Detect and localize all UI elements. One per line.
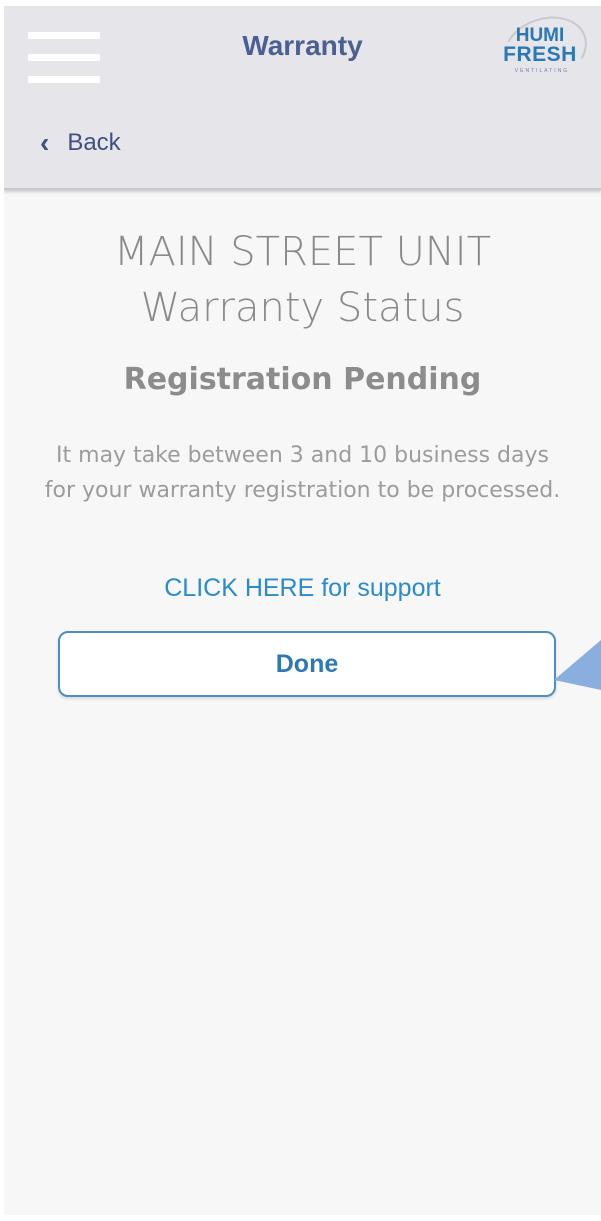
warranty-status-heading: Warranty Status bbox=[140, 285, 465, 331]
menu-bar-icon bbox=[28, 76, 100, 83]
logo-line-3: VENTILATING bbox=[514, 68, 570, 74]
done-button[interactable]: Done bbox=[58, 631, 556, 697]
app-header: Warranty HUMI FRESH VENTILATING ‹ Back bbox=[4, 6, 601, 190]
unit-name: MAIN STREET UNIT bbox=[113, 229, 492, 275]
menu-bar-icon bbox=[28, 32, 100, 39]
menu-bar-icon bbox=[28, 54, 100, 61]
status-description: It may take between 3 and 10 business da… bbox=[44, 443, 561, 503]
registration-status: Registration Pending bbox=[123, 362, 482, 397]
app-screen: Warranty HUMI FRESH VENTILATING ‹ Back M… bbox=[4, 6, 601, 1215]
humifresh-logo: HUMI FRESH VENTILATING bbox=[492, 6, 597, 95]
callout-pointer-icon bbox=[554, 640, 601, 690]
hamburger-menu-icon[interactable] bbox=[28, 32, 100, 84]
back-button[interactable]: ‹ Back bbox=[40, 126, 121, 160]
page-title: Warranty bbox=[242, 30, 363, 61]
back-label: Back bbox=[67, 129, 121, 156]
logo-line-2: FRESH bbox=[503, 43, 577, 66]
warranty-heading: MAIN STREET UNIT Warranty Status bbox=[4, 224, 601, 336]
support-link[interactable]: CLICK HERE for support bbox=[4, 574, 601, 603]
chevron-left-icon: ‹ bbox=[40, 127, 50, 158]
